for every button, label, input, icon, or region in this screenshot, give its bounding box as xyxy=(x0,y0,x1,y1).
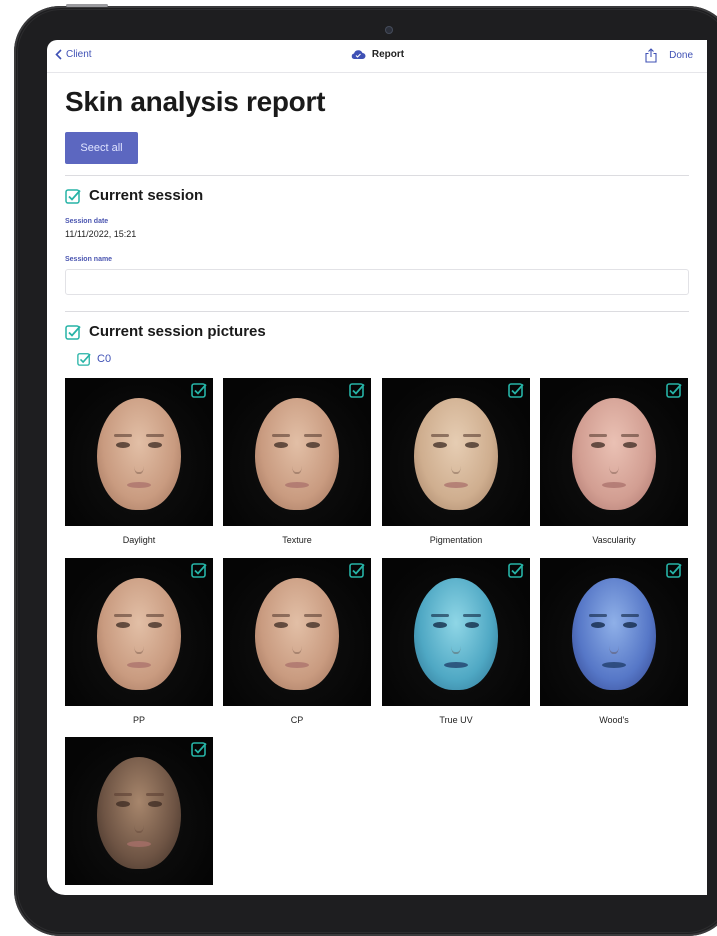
checkbox-checked-icon[interactable] xyxy=(191,382,207,398)
face-photo[interactable] xyxy=(540,558,688,706)
checkbox-checked-icon[interactable] xyxy=(65,324,81,340)
checkbox-checked-icon[interactable] xyxy=(508,382,524,398)
face-photo[interactable] xyxy=(223,558,371,706)
share-icon[interactable] xyxy=(645,48,657,63)
nav-title-label: Report xyxy=(371,49,405,60)
checkbox-checked-icon[interactable] xyxy=(666,382,682,398)
picture-tile-vascularity[interactable]: Vascularity xyxy=(540,378,688,545)
picture-tile-true-uv[interactable]: True UV xyxy=(382,558,530,725)
checkbox-checked-icon[interactable] xyxy=(508,562,524,578)
pictures-header: Current session pictures xyxy=(65,323,266,340)
face-photo[interactable] xyxy=(382,378,530,526)
app-screen: Client Report Done Skin analysis report … xyxy=(47,40,707,895)
face-photo[interactable] xyxy=(65,558,213,706)
current-session-title: Current session xyxy=(89,187,204,204)
face-photo[interactable] xyxy=(223,378,371,526)
divider xyxy=(65,311,689,312)
tablet-top-button xyxy=(66,4,108,7)
face-photo[interactable] xyxy=(65,737,213,885)
picture-caption: True UV xyxy=(439,715,473,725)
checkbox-checked-icon[interactable] xyxy=(191,562,207,578)
session-date-value: 11/11/2022, 15:21 xyxy=(65,229,137,239)
checkbox-checked-icon[interactable] xyxy=(349,382,365,398)
picture-tile-pigmentation[interactable]: Pigmentation xyxy=(382,378,530,545)
picture-caption: PP xyxy=(132,715,145,725)
front-camera xyxy=(385,26,393,34)
face-photo[interactable] xyxy=(382,558,530,706)
current-session-header: Current session xyxy=(65,187,203,204)
face-photo[interactable] xyxy=(540,378,688,526)
pictures-title: Current session pictures xyxy=(89,323,266,340)
session-date-label: Session date xyxy=(65,218,109,225)
session-name-input[interactable] xyxy=(65,269,689,295)
picture-group-c0: C0 xyxy=(77,352,111,366)
checkbox-checked-icon[interactable] xyxy=(666,562,682,578)
picture-tile-daylight[interactable]: Daylight xyxy=(65,378,213,545)
picture-caption: Daylight xyxy=(122,535,156,545)
done-button[interactable]: Done xyxy=(669,50,693,61)
picture-tile-woods[interactable]: Wood's xyxy=(540,558,688,725)
session-name-label: Session name xyxy=(65,256,113,263)
picture-tile[interactable] xyxy=(65,737,213,885)
picture-tile-pp[interactable]: PP xyxy=(65,558,213,725)
checkbox-checked-icon[interactable] xyxy=(77,352,91,366)
navigation-bar: Client Report Done xyxy=(47,40,707,73)
picture-caption: Pigmentation xyxy=(429,535,483,545)
face-photo[interactable] xyxy=(65,378,213,526)
checkbox-checked-icon[interactable] xyxy=(65,188,81,204)
picture-group-label: C0 xyxy=(97,353,112,365)
select-all-button[interactable]: Seect all xyxy=(65,132,138,164)
picture-caption: Texture xyxy=(282,535,312,545)
checkbox-checked-icon[interactable] xyxy=(349,562,365,578)
nav-title: Report xyxy=(47,49,707,60)
page-title: Skin analysis report xyxy=(65,86,326,117)
divider xyxy=(65,175,689,176)
picture-caption: Wood's xyxy=(599,715,629,725)
checkbox-checked-icon[interactable] xyxy=(191,741,207,757)
nav-actions: Done xyxy=(645,48,693,63)
picture-caption: CP xyxy=(290,715,304,725)
picture-tile-texture[interactable]: Texture xyxy=(223,378,371,545)
picture-tile-cp[interactable]: CP xyxy=(223,558,371,725)
cloud-icon xyxy=(351,50,366,59)
picture-caption: Vascularity xyxy=(592,535,636,545)
